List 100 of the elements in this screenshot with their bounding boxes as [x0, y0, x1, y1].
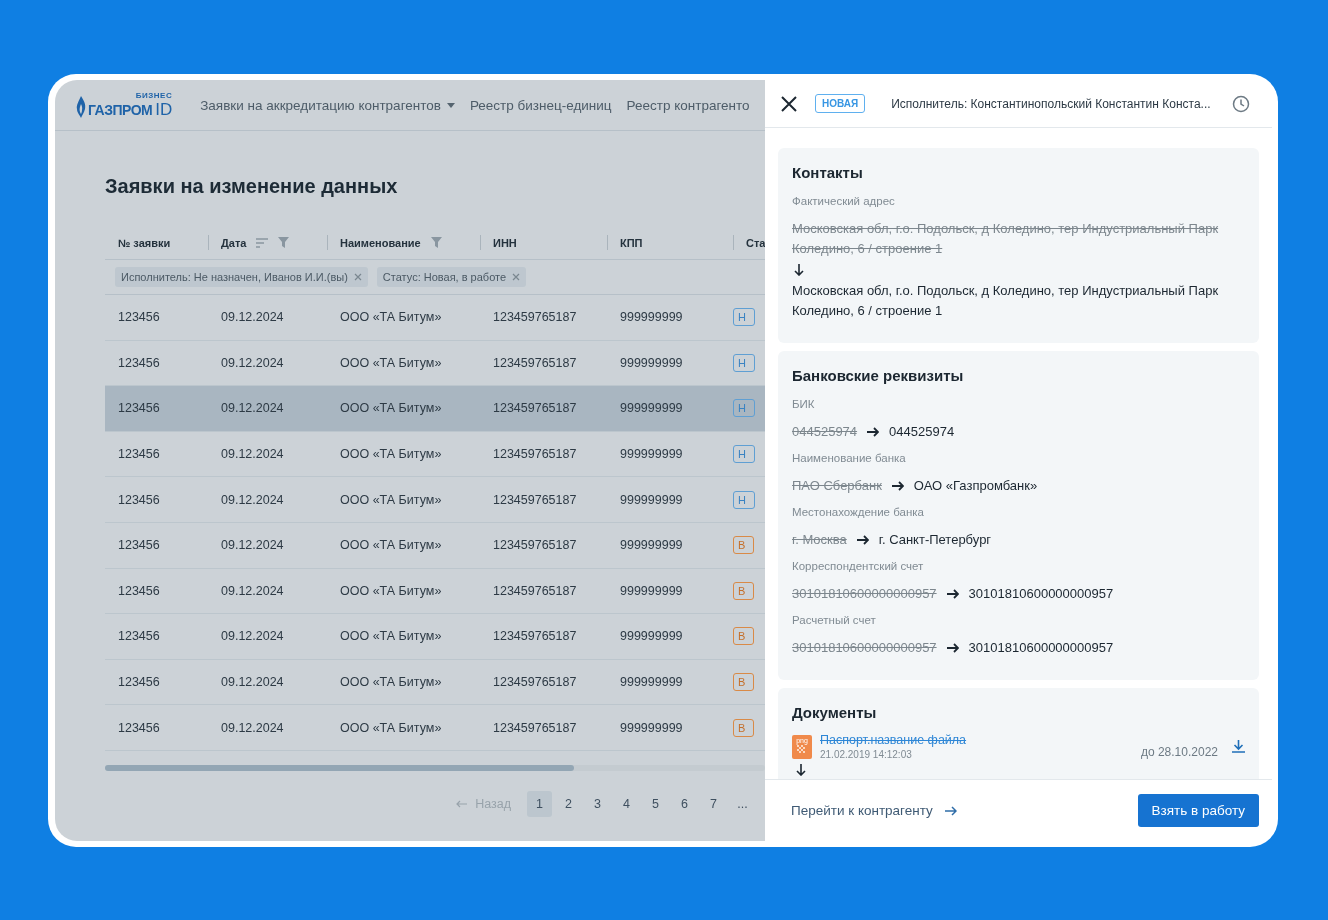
- column-header: ИНН: [493, 236, 517, 249]
- filter-chip[interactable]: Исполнитель: Не назначен, Иванов И.И.(вы): [115, 267, 368, 287]
- field-label: Наименование банка: [792, 452, 907, 464]
- page-button[interactable]: 3: [585, 790, 610, 817]
- download-icon[interactable]: [1232, 740, 1245, 753]
- page-button[interactable]: 1: [527, 790, 552, 817]
- table-cell: 09.12.2024: [221, 629, 284, 644]
- table-row[interactable]: 123456 09.12.2024 ООО «ТА Битум» 123459765187 999999999 В: [105, 568, 765, 615]
- table-cell: 123459765187: [493, 310, 577, 325]
- table-row[interactable]: 123456 09.12.2024 ООО «ТА Битум» 123459765187 999999999 В: [105, 522, 765, 569]
- table-cell: 123456: [118, 675, 160, 690]
- filter-icon[interactable]: [430, 237, 442, 248]
- section-title: Документы: [792, 704, 878, 721]
- table-cell: 09.12.2024: [221, 401, 284, 416]
- status-badge: В: [733, 581, 755, 600]
- status-badge: В: [733, 718, 755, 737]
- close-icon[interactable]: [781, 95, 797, 112]
- table-cell: 999999999: [620, 629, 683, 644]
- table-cell: 09.12.2024: [221, 720, 284, 735]
- arrow-down-icon: [794, 264, 804, 276]
- section-title: Контакты: [792, 164, 864, 181]
- table-cell: 123456: [118, 492, 160, 507]
- table-row[interactable]: 123456 09.12.2024 ООО «ТА Битум» 123459765187 999999999 Н: [105, 386, 765, 432]
- column-header: Наименование: [340, 236, 421, 249]
- table-cell: 123456: [118, 447, 160, 462]
- arrow-right-icon: [891, 481, 904, 491]
- filter-chip[interactable]: Статус: Новая, в работе: [376, 267, 527, 287]
- table-cell: 09.12.2024: [221, 355, 284, 370]
- table-cell: ООО «ТА Битум»: [340, 675, 442, 690]
- column-header: Дата: [221, 236, 247, 249]
- filter-icon[interactable]: [278, 237, 290, 248]
- table-cell: 123456: [118, 310, 160, 325]
- table-cell: ООО «ТА Битум»: [340, 538, 442, 553]
- table-cell: 999999999: [620, 355, 683, 370]
- logo-suffix: ID: [155, 99, 173, 120]
- old-value: г. Москва: [792, 531, 847, 549]
- clock-icon[interactable]: [1232, 94, 1250, 113]
- status-badge: Н: [733, 445, 755, 464]
- new-value: 044525974: [889, 423, 955, 441]
- table-row[interactable]: 123456 09.12.2024 ООО «ТА Битум» 123459765187 999999999 В: [105, 614, 765, 660]
- table-cell: 09.12.2024: [221, 583, 284, 598]
- table-cell: 999999999: [620, 675, 683, 690]
- valid-until-text: до 28.10.2022: [1140, 744, 1218, 759]
- arrow-right-icon: [946, 643, 959, 653]
- page-button[interactable]: 2: [556, 790, 581, 817]
- table-cell: ООО «ТА Битум»: [340, 447, 442, 462]
- take-to-work-button[interactable]: Взять в работу: [1137, 794, 1259, 827]
- table-cell: 999999999: [620, 310, 683, 325]
- new-value: ОАО «Газпромбанк»: [913, 477, 1038, 495]
- nav-link[interactable]: Реестр контрагенто: [626, 97, 750, 113]
- table-cell: 123459765187: [493, 492, 577, 507]
- table-row[interactable]: 123456 09.12.2024 ООО «ТА Битум» 123459765187 999999999 В: [105, 659, 765, 706]
- old-value: 30101810600000000957: [792, 585, 937, 603]
- table-cell: 123456: [118, 629, 160, 644]
- table-cell: ООО «ТА Битум»: [340, 310, 442, 325]
- table-cell: 09.12.2024: [221, 675, 284, 690]
- table-cell: 09.12.2024: [221, 492, 284, 507]
- table-cell: 123456: [118, 583, 160, 598]
- table-cell: 09.12.2024: [221, 310, 284, 325]
- page-button[interactable]: 5: [643, 790, 668, 817]
- table-cell: 123459765187: [493, 538, 577, 553]
- table-row[interactable]: 123456 09.12.2024 ООО «ТА Битум» 123459765187 999999999 Н: [105, 477, 765, 523]
- arrow-right-icon: [867, 427, 880, 437]
- more-pages-button[interactable]: ...: [730, 790, 755, 817]
- table-cell: 123456: [118, 401, 160, 416]
- table-cell: 123456: [118, 355, 160, 370]
- table-cell: ООО «ТА Битум»: [340, 720, 442, 735]
- table-cell: ООО «ТА Битум»: [340, 629, 442, 644]
- table-row[interactable]: 123456 09.12.2024 ООО «ТА Битум» 123459765187 999999999 Н: [105, 431, 765, 478]
- table-cell: 999999999: [620, 447, 683, 462]
- table-cell: ООО «ТА Битум»: [340, 401, 442, 416]
- table-cell: 09.12.2024: [221, 538, 284, 553]
- page-button[interactable]: 4: [614, 790, 639, 817]
- file-link[interactable]: Паспорт.название файла: [820, 733, 1133, 747]
- new-value: 30101810600000000957: [968, 585, 1114, 603]
- table-cell: 123459765187: [493, 447, 577, 462]
- table-row[interactable]: 123456 09.12.2024 ООО «ТА Битум» 123459765187 999999999 Н: [105, 295, 765, 341]
- field-label: Корреспондентский счет: [792, 560, 925, 572]
- field-label: Фактический адрес: [792, 195, 896, 207]
- old-value: Московская обл, г.о. Подольск, д Коледино, тер Индустриальный Парк Коледино, 6 / строение 1: [792, 220, 1220, 258]
- nav-link[interactable]: Реестр бизнец-единиц: [469, 97, 612, 113]
- arrow-right-icon: [946, 589, 959, 599]
- page-button[interactable]: 6: [672, 790, 697, 817]
- go-to-contractor-link[interactable]: Перейти к контрагенту: [791, 803, 957, 818]
- table-cell: ООО «ТА Битум»: [340, 355, 442, 370]
- table-cell: ООО «ТА Битум»: [340, 583, 442, 598]
- arrow-right-icon: [856, 535, 869, 545]
- sort-icon[interactable]: [256, 237, 269, 248]
- table-cell: 999999999: [620, 492, 683, 507]
- field-label: Расчетный счет: [792, 614, 877, 626]
- nav-link[interactable]: Заявки на аккредитацию контрагентов: [200, 97, 455, 113]
- table-cell: 123459765187: [493, 675, 577, 690]
- field-label: Местонахождение банка: [792, 506, 925, 518]
- table-cell: 999999999: [620, 583, 683, 598]
- page-button[interactable]: 7: [701, 790, 726, 817]
- table-row[interactable]: 123456 09.12.2024 ООО «ТА Битум» 123459765187 999999999 В: [105, 705, 765, 751]
- status-badge: В: [733, 627, 755, 646]
- column-header: № заявки: [118, 236, 171, 249]
- new-value: 30101810600000000957: [968, 639, 1114, 657]
- scrollbar-thumb[interactable]: [105, 764, 574, 771]
